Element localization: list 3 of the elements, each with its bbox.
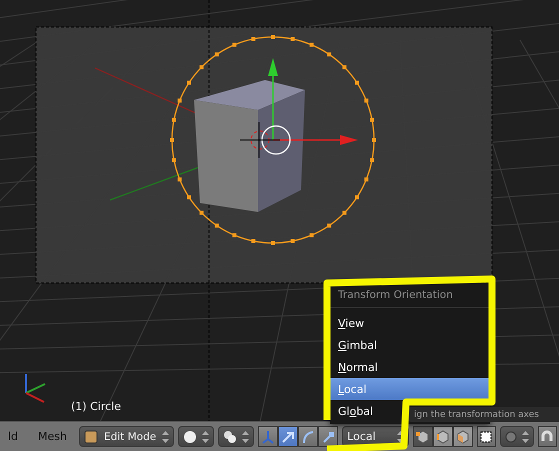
- object-label: (1) Circle: [71, 400, 121, 413]
- menu-title: Transform Orientation: [330, 283, 490, 308]
- tooltip: ign the transformation axes: [408, 407, 559, 422]
